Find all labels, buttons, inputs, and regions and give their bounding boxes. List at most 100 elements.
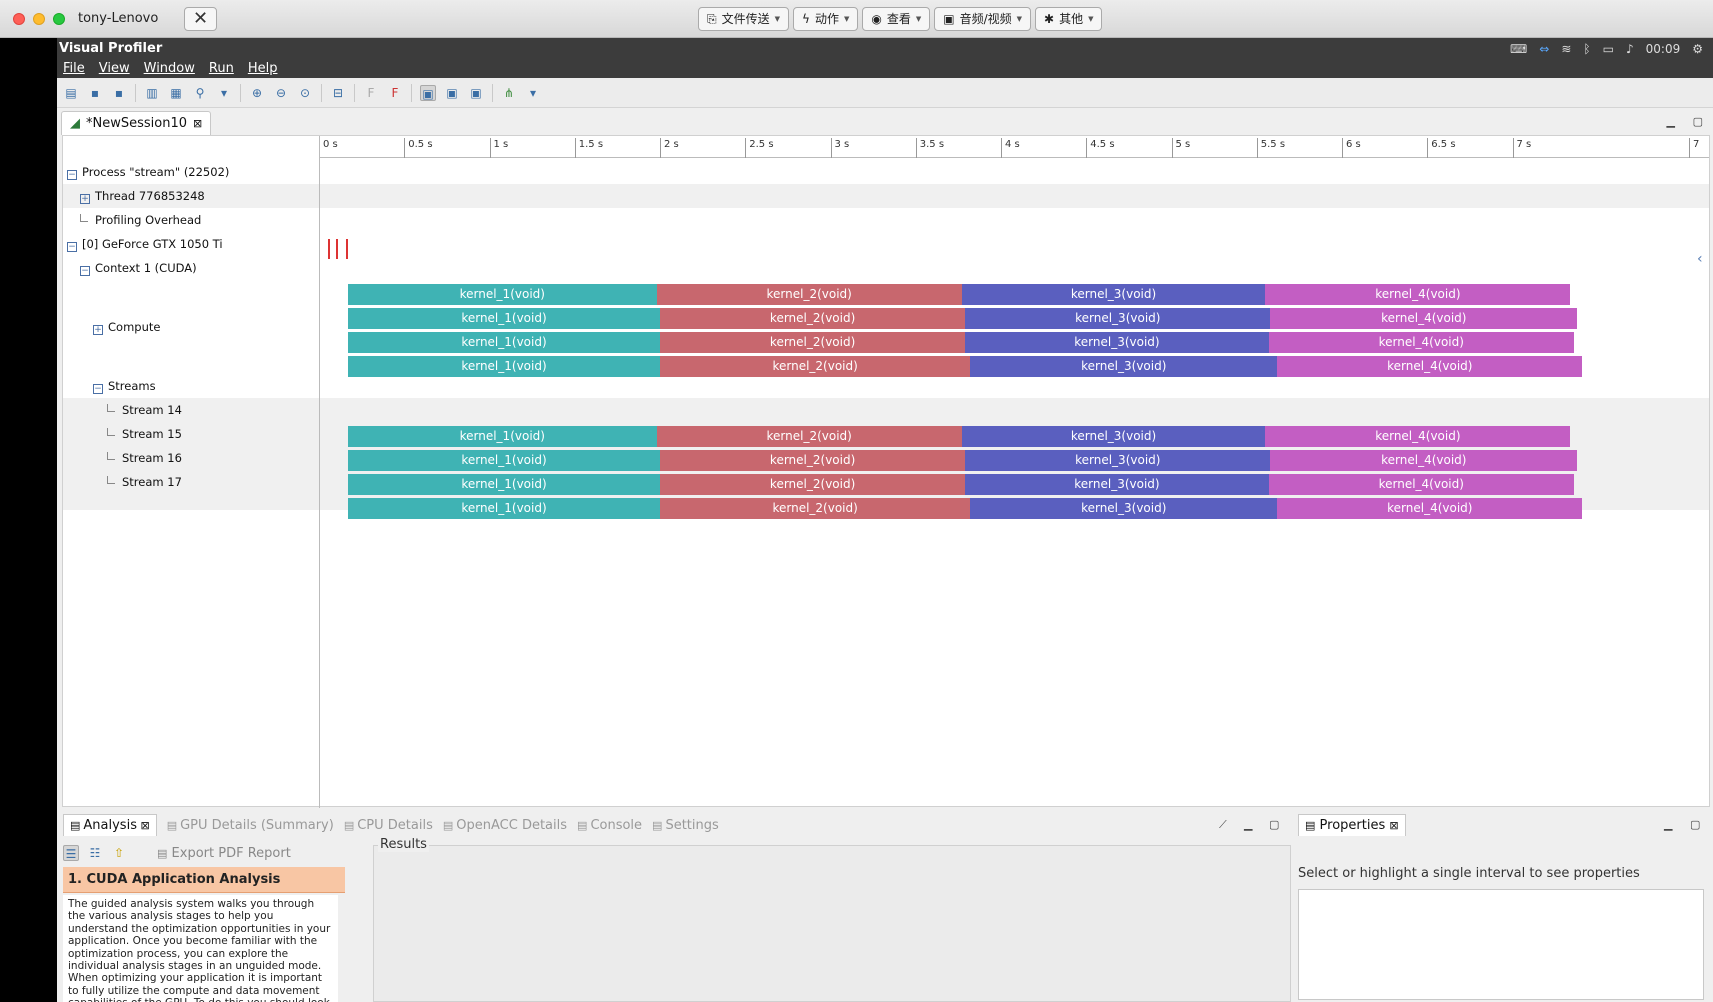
- battery-icon[interactable]: ▭: [1603, 42, 1614, 56]
- timeline-row[interactable]: Stream 14: [63, 398, 1709, 422]
- volume-icon[interactable]: ♪: [1626, 42, 1634, 56]
- tab-settings[interactable]: ▤ Settings: [652, 818, 719, 833]
- analysis-section-title[interactable]: 1. CUDA Application Analysis: [63, 867, 345, 893]
- maximize-pane-icon[interactable]: ▢: [1269, 818, 1279, 831]
- remote-button-1[interactable]: ϟ 动作 ▼: [793, 7, 859, 31]
- tab-openacc-details[interactable]: ▤ OpenACC Details: [443, 818, 567, 833]
- kernel-bar[interactable]: kernel_3(void): [965, 474, 1269, 495]
- minimize-pane-icon[interactable]: ▁: [1244, 818, 1252, 831]
- collapse-icon[interactable]: −: [67, 170, 77, 180]
- close-tab-icon[interactable]: ⊠: [1389, 819, 1398, 832]
- timeline-row[interactable]: − Context 1 (CUDA): [63, 256, 1709, 280]
- menu-run[interactable]: Run: [209, 59, 234, 78]
- kernel-bar[interactable]: kernel_1(void): [347, 474, 660, 495]
- kernel-bar[interactable]: kernel_4(void): [1277, 356, 1583, 377]
- pin-icon[interactable]: ⟋: [1219, 818, 1227, 832]
- zoom-fit-icon[interactable]: ⊙: [297, 85, 313, 101]
- save-icon[interactable]: ▪: [87, 85, 103, 101]
- zoom-in-icon[interactable]: ⊕: [249, 85, 265, 101]
- kernel-bar[interactable]: kernel_2(void): [660, 308, 966, 329]
- keyboard-icon[interactable]: ⌨: [1510, 42, 1527, 56]
- unguided-analysis-icon[interactable]: ☷: [87, 845, 103, 861]
- tab-cpu-details[interactable]: ▤ CPU Details: [344, 818, 433, 833]
- kernel-bar[interactable]: kernel_4(void): [1265, 426, 1571, 447]
- kernel-bar[interactable]: kernel_1(void): [347, 426, 657, 447]
- kernel-bar[interactable]: kernel_4(void): [1265, 284, 1571, 305]
- collapse-icon[interactable]: −: [80, 266, 90, 276]
- kernel-bar[interactable]: kernel_3(void): [970, 356, 1278, 377]
- timeline-row[interactable]: − Streams: [63, 374, 1709, 398]
- kernel-bar[interactable]: kernel_3(void): [965, 450, 1271, 471]
- kernel-bar[interactable]: kernel_1(void): [347, 284, 657, 305]
- new-session-icon[interactable]: ▤: [63, 85, 79, 101]
- kernel-bar[interactable]: kernel_4(void): [1270, 450, 1578, 471]
- kernel-bar[interactable]: kernel_3(void): [970, 498, 1278, 519]
- close-tab-icon[interactable]: ⊠: [137, 819, 149, 832]
- teamviewer-icon[interactable]: ⇔: [1539, 42, 1549, 56]
- collapse-icon[interactable]: −: [93, 384, 103, 394]
- guided-analysis-icon[interactable]: ☰: [63, 845, 79, 861]
- kernel-bar[interactable]: kernel_2(void): [660, 450, 966, 471]
- collapse-icon[interactable]: ⊟: [330, 85, 346, 101]
- label-divider[interactable]: [319, 136, 320, 808]
- remote-button-4[interactable]: ✱ 其他 ▼: [1035, 7, 1103, 31]
- close-window-button[interactable]: [13, 13, 25, 25]
- kernel-bar[interactable]: kernel_1(void): [347, 356, 660, 377]
- menu-window[interactable]: Window: [144, 59, 195, 78]
- up-arrow-icon[interactable]: ⇧: [111, 845, 127, 861]
- timeline-view[interactable]: 0 s 0.5 s 1 s 1.5 s 2 s 2.5 s 3 s 3.5 s 4 s 4.5 s…: [62, 135, 1710, 808]
- settings-gear-icon[interactable]: ⚙: [1692, 42, 1703, 56]
- collapse-side-icon[interactable]: ‹: [1697, 234, 1709, 284]
- tab-properties[interactable]: ▤ Properties ⊠: [1298, 814, 1406, 836]
- minimize-pane-icon[interactable]: ▁: [1667, 115, 1675, 128]
- kernel-bar[interactable]: kernel_1(void): [347, 332, 660, 353]
- dropdown-icon[interactable]: ▾: [216, 85, 232, 101]
- kernel-bar[interactable]: kernel_1(void): [347, 498, 660, 519]
- tab-analysis[interactable]: ▤ Analysis ⊠: [63, 814, 157, 836]
- tab-new-session[interactable]: ◢ *NewSession10 ⊠: [61, 111, 212, 135]
- filter-icon[interactable]: F: [363, 85, 379, 101]
- kernel-bar[interactable]: kernel_2(void): [656, 284, 962, 305]
- kernel-bar[interactable]: kernel_4(void): [1270, 308, 1578, 329]
- kernel-bar[interactable]: kernel_3(void): [965, 332, 1269, 353]
- expand-icon[interactable]: +: [93, 325, 103, 335]
- kernel-bar[interactable]: kernel_2(void): [660, 332, 966, 353]
- collapse-icon[interactable]: −: [67, 242, 77, 252]
- timeline-row[interactable]: − [0] GeForce GTX 1050 Ti: [63, 232, 1709, 256]
- remote-button-2[interactable]: ◉ 查看 ▼: [862, 7, 931, 31]
- profiling-overhead-mark[interactable]: [328, 239, 330, 259]
- menu-help[interactable]: Help: [248, 59, 278, 78]
- run-analysis-icon[interactable]: ⚲: [192, 85, 208, 101]
- kernel-bar[interactable]: kernel_1(void): [347, 308, 660, 329]
- zoom-out-icon[interactable]: ⊖: [273, 85, 289, 101]
- clock[interactable]: 00:09: [1646, 42, 1681, 56]
- maximize-pane-icon[interactable]: ▢: [1693, 115, 1703, 128]
- kernel-bar[interactable]: kernel_2(void): [660, 356, 971, 377]
- profiling-overhead-mark[interactable]: [346, 239, 348, 259]
- zoom-window-button[interactable]: [53, 13, 65, 25]
- kernel-bar[interactable]: kernel_2(void): [660, 498, 971, 519]
- disconnect-button[interactable]: ✕: [184, 7, 217, 31]
- profiling-overhead-mark[interactable]: [336, 239, 338, 259]
- dropdown-icon[interactable]: ▾: [525, 85, 541, 101]
- kernel-bar[interactable]: kernel_2(void): [660, 474, 966, 495]
- export-pdf-button[interactable]: ▤ Export PDF Report: [157, 846, 291, 861]
- menu-view[interactable]: View: [99, 59, 130, 78]
- kernel-bar[interactable]: kernel_2(void): [656, 426, 962, 447]
- minimize-pane-icon[interactable]: ▁: [1664, 818, 1672, 831]
- timeline-mode-icon[interactable]: ▣: [420, 84, 436, 101]
- kernel-bar[interactable]: kernel_3(void): [961, 284, 1266, 305]
- kernel-bar[interactable]: kernel_3(void): [965, 308, 1271, 329]
- bluetooth-icon[interactable]: ᛒ: [1583, 42, 1590, 56]
- tab-gpu-details-summary[interactable]: ▤ GPU Details (Summary): [167, 818, 334, 833]
- time-ruler[interactable]: 0 s 0.5 s 1 s 1.5 s 2 s 2.5 s 3 s 3.5 s 4 s 4.5 s…: [319, 138, 1709, 158]
- timeline-row[interactable]: Profiling Overhead: [63, 208, 1709, 232]
- close-tab-icon[interactable]: ⊠: [193, 112, 202, 135]
- export-icon[interactable]: ▦: [168, 85, 184, 101]
- minimize-window-button[interactable]: [33, 13, 45, 25]
- kernel-bar[interactable]: kernel_4(void): [1268, 332, 1574, 353]
- kernel-bar[interactable]: kernel_3(void): [961, 426, 1266, 447]
- kernel-mode-icon[interactable]: ▣: [468, 85, 484, 101]
- save-all-icon[interactable]: ▪: [111, 85, 127, 101]
- filter-clear-icon[interactable]: F: [387, 85, 403, 101]
